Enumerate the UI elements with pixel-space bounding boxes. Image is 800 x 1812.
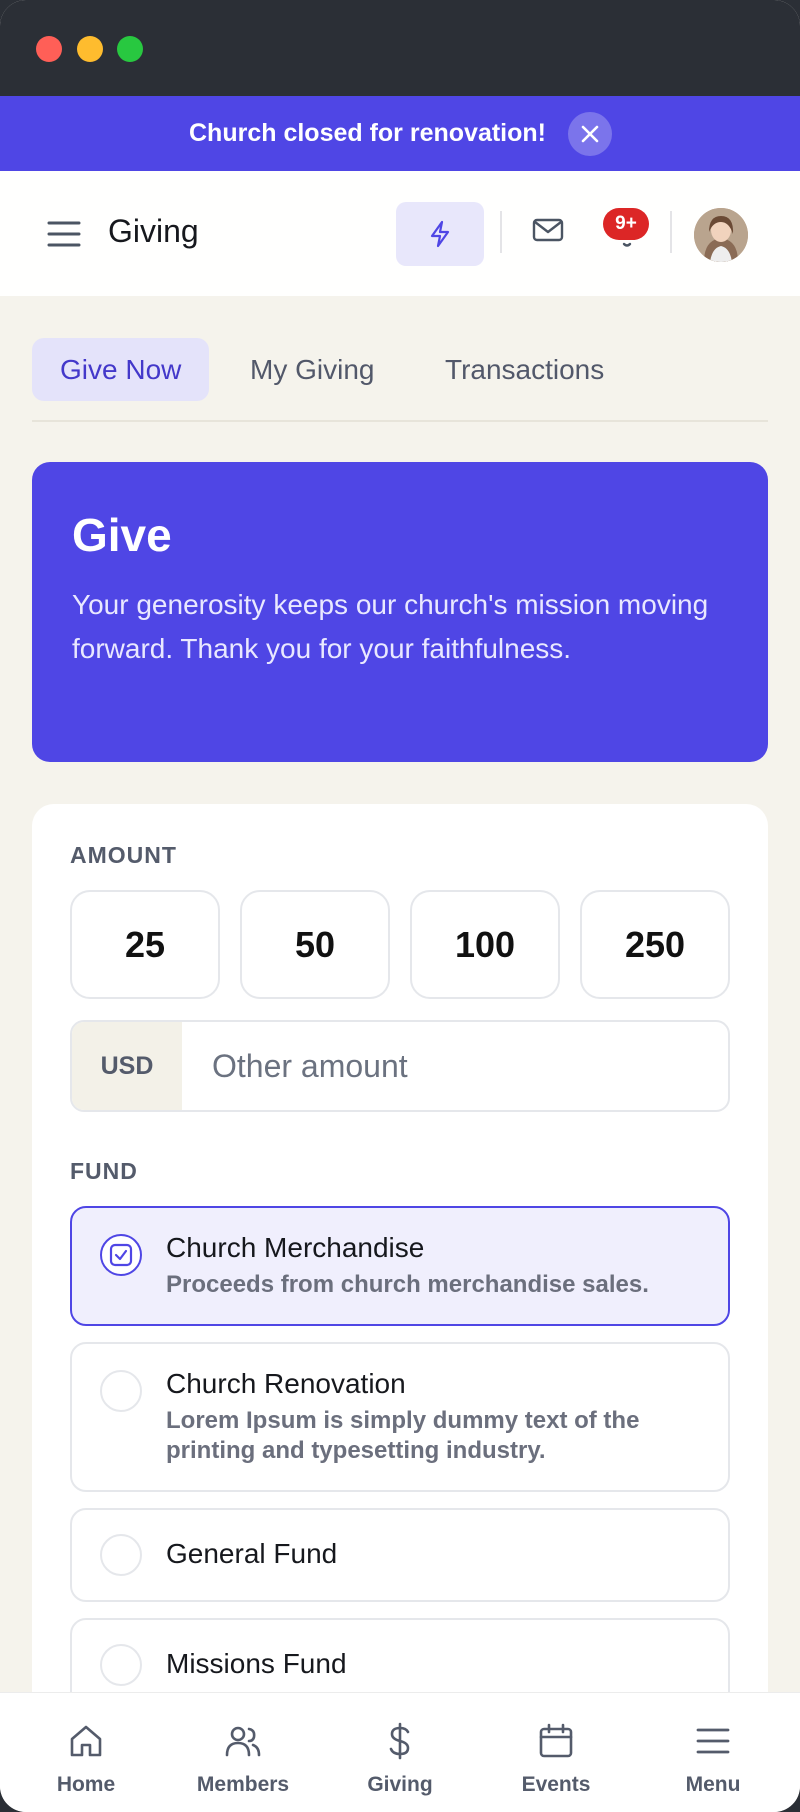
nav-label: Home: [56, 1773, 116, 1796]
nav-label: Events: [521, 1773, 591, 1796]
home-icon: [70, 1725, 102, 1757]
banner-close-button[interactable]: [568, 112, 612, 156]
close-icon: [581, 125, 599, 143]
notification-badge: 9+: [603, 208, 649, 240]
fund-label: FUND: [70, 1158, 138, 1184]
giving-tabs: Give Now My Giving Transactions: [32, 338, 768, 422]
header-divider: [670, 211, 672, 253]
menu-icon: [696, 1728, 730, 1754]
fund-name: Church Merchandise: [166, 1232, 425, 1263]
nav-item-members[interactable]: Members: [173, 1693, 313, 1812]
hamburger-icon: [47, 221, 81, 247]
app-window: Church closed for renovation! Giving 9+: [0, 0, 800, 1812]
amount-option-50[interactable]: 50: [240, 890, 390, 999]
close-window-button[interactable]: [36, 36, 62, 62]
fund-name: General Fund: [166, 1538, 338, 1569]
fund-option-church-renovation[interactable]: Church Renovation Lorem Ipsum is simply …: [70, 1342, 730, 1492]
checkbox-checked-icon: [109, 1243, 133, 1267]
sidebar-toggle-button[interactable]: [46, 219, 82, 249]
nav-label: Members: [196, 1773, 290, 1796]
announcement-banner: Church closed for renovation!: [0, 96, 800, 171]
fund-radio-checked[interactable]: [100, 1234, 142, 1276]
avatar[interactable]: [694, 208, 748, 262]
amount-option-250[interactable]: 250: [580, 890, 730, 999]
other-amount-field: USD Other amount: [70, 1020, 730, 1112]
currency-prefix: USD: [72, 1022, 182, 1110]
lightning-icon: [430, 220, 450, 248]
tab-transactions[interactable]: Transactions: [417, 338, 632, 401]
amount-option-100[interactable]: 100: [410, 890, 560, 999]
banner-message: Church closed for renovation!: [189, 119, 546, 147]
amount-option-25[interactable]: 25: [70, 890, 220, 999]
fund-description: Lorem Ipsum is simply dummy text of the …: [166, 1407, 640, 1464]
nav-item-giving[interactable]: Giving: [330, 1693, 470, 1812]
hero-title: Give: [72, 509, 172, 561]
mail-icon: [532, 218, 564, 242]
fund-description: Proceeds from church merchandise sales.: [166, 1271, 649, 1298]
fund-radio[interactable]: [100, 1370, 142, 1412]
hero-description: Your generosity keeps our church's missi…: [72, 589, 709, 664]
messages-button[interactable]: [530, 214, 566, 246]
calendar-icon: [539, 1723, 573, 1758]
fund-name: Missions Fund: [166, 1648, 347, 1679]
maximize-window-button[interactable]: [117, 36, 143, 62]
nav-item-events[interactable]: Events: [486, 1693, 626, 1812]
give-hero-card: Give Your generosity keeps our church's …: [32, 462, 768, 762]
quick-action-button[interactable]: [396, 202, 484, 266]
nav-item-home[interactable]: Home: [16, 1693, 156, 1812]
minimize-window-button[interactable]: [77, 36, 103, 62]
other-amount-input[interactable]: [182, 1022, 728, 1110]
title-bar: [0, 0, 800, 96]
tab-my-giving[interactable]: My Giving: [222, 338, 402, 401]
fund-radio[interactable]: [100, 1534, 142, 1576]
fund-option-general-fund[interactable]: General Fund: [70, 1508, 730, 1602]
nav-label: Menu: [685, 1773, 741, 1796]
bottom-navigation: Home Members Giving Events Menu: [0, 1692, 800, 1812]
fund-radio[interactable]: [100, 1644, 142, 1686]
header-divider: [500, 211, 502, 253]
fund-option-church-merchandise[interactable]: Church Merchandise Proceeds from church …: [70, 1206, 730, 1326]
fund-name: Church Renovation: [166, 1368, 406, 1399]
amount-label: AMOUNT: [70, 842, 177, 868]
user-photo-icon: [694, 208, 748, 262]
nav-label: Giving: [367, 1773, 433, 1796]
members-icon: [225, 1726, 261, 1757]
page-title: Giving: [108, 213, 199, 249]
nav-item-menu[interactable]: Menu: [643, 1693, 783, 1812]
dollar-icon: [389, 1722, 410, 1760]
tab-give-now[interactable]: Give Now: [32, 338, 210, 401]
